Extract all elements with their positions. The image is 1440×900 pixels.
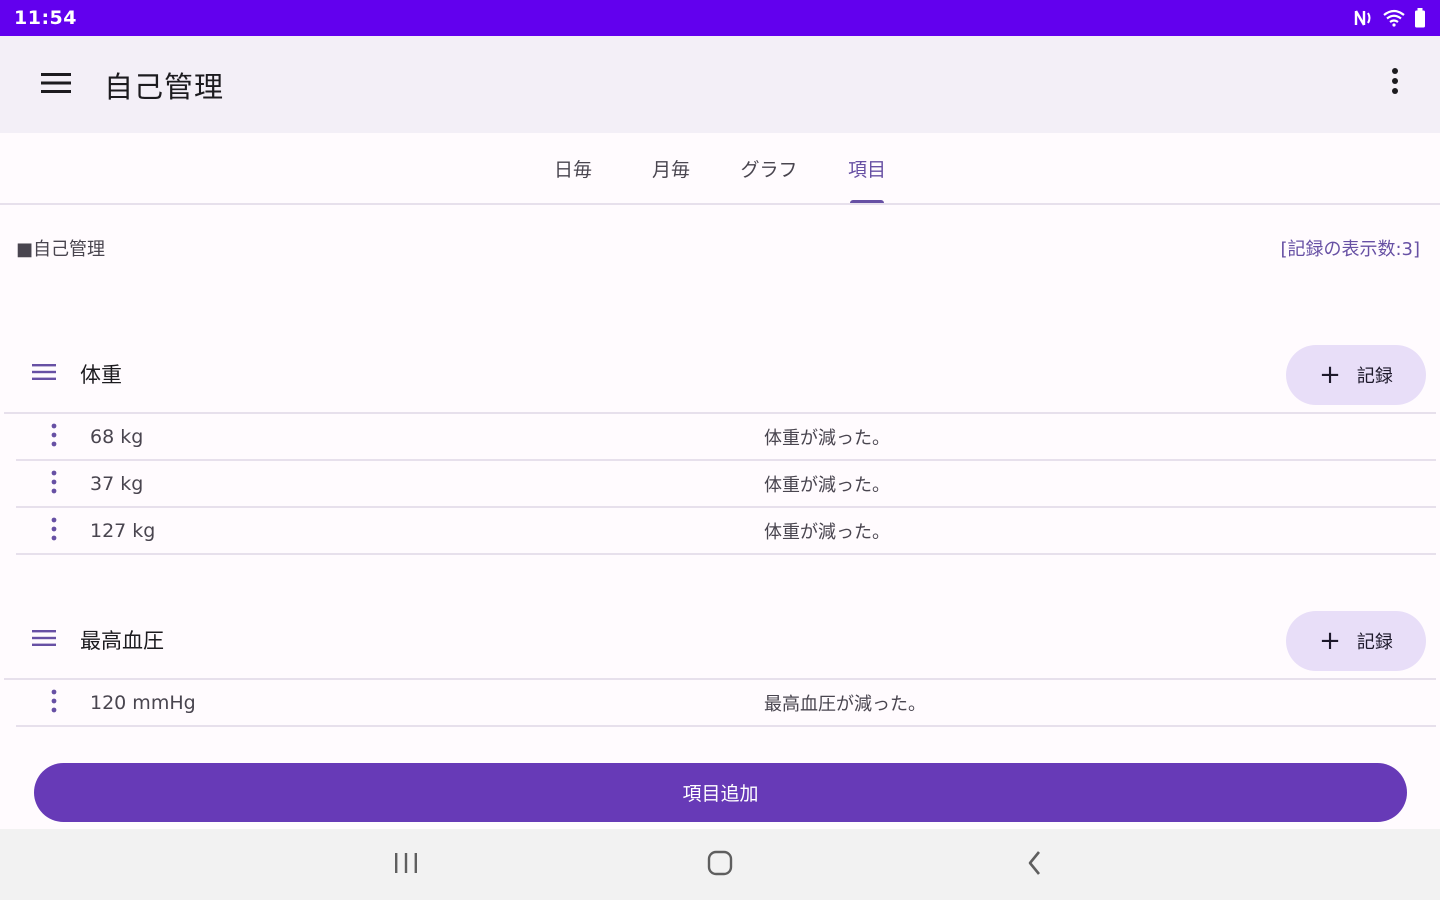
record-row: 120 mmHg 最高血圧が減った。 [16, 680, 1436, 727]
tab-daily[interactable]: 日毎 [524, 133, 622, 203]
drag-handle-icon [32, 363, 56, 385]
add-record-button[interactable]: + 記録 [1286, 611, 1426, 671]
group-header: 最高血圧 + 記録 [4, 602, 1436, 680]
record-count-link[interactable]: [記録の表示数:3] [1280, 235, 1420, 261]
more-vert-icon [51, 423, 57, 451]
app-bar: 自己管理 [0, 36, 1440, 133]
drag-handle[interactable] [18, 348, 70, 400]
home-button[interactable] [690, 843, 750, 887]
entry-menu-button[interactable] [34, 683, 74, 723]
drag-handle-icon [32, 629, 56, 651]
back-icon [1027, 850, 1043, 880]
record-note: 最高血圧が減った。 [764, 693, 926, 715]
plus-icon: + [1319, 626, 1341, 656]
system-nav-bar [0, 829, 1440, 900]
record-note: 体重が減った。 [764, 427, 890, 449]
record-note: 体重が減った。 [764, 521, 890, 543]
group-name: 体重 [80, 363, 122, 387]
entry-menu-button[interactable] [34, 464, 74, 504]
record-row: 37 kg 体重が減った。 [16, 461, 1436, 508]
recent-apps-icon [393, 852, 419, 878]
overflow-menu-button[interactable] [1370, 58, 1420, 108]
add-item-button[interactable]: 項目追加 [34, 763, 1407, 822]
status-bar: 11:54 [0, 0, 1440, 36]
app-title: 自己管理 [104, 69, 225, 104]
drag-handle[interactable] [18, 614, 70, 666]
battery-icon [1414, 8, 1426, 28]
record-row: 127 kg 体重が減った。 [16, 508, 1436, 555]
group-header: 体重 + 記録 [4, 336, 1436, 414]
status-time: 11:54 [14, 7, 77, 29]
record-value: 37 kg [90, 472, 144, 495]
tab-graph[interactable]: グラフ [720, 133, 818, 203]
add-record-button[interactable]: + 記録 [1286, 345, 1426, 405]
tab-monthly[interactable]: 月毎 [622, 133, 720, 203]
status-icons [1354, 8, 1426, 28]
hamburger-icon [41, 72, 71, 98]
record-note: 体重が減った。 [764, 474, 890, 496]
group-name: 最高血圧 [80, 629, 164, 653]
menu-button[interactable] [28, 57, 84, 113]
add-record-label: 記録 [1356, 366, 1393, 387]
back-button[interactable] [1005, 843, 1065, 887]
more-vert-icon [51, 517, 57, 545]
recent-apps-button[interactable] [376, 843, 436, 887]
nfc-icon [1354, 9, 1374, 27]
more-vert-icon [51, 470, 57, 498]
item-group: 最高血圧 + 記録 120 mmHg 最高血圧が減った。 [0, 602, 1440, 727]
more-vert-icon [51, 689, 57, 717]
wifi-icon [1382, 9, 1406, 27]
tab-bar: 日毎 月毎 グラフ 項目 [0, 133, 1440, 205]
entry-menu-button[interactable] [34, 417, 74, 457]
section-title: ■自己管理 [16, 239, 106, 260]
add-record-label: 記録 [1356, 632, 1393, 653]
item-group: 体重 + 記録 68 kg 体重が減った。 37 kg 体重が減った。 127 … [0, 336, 1440, 555]
record-row: 68 kg 体重が減った。 [16, 414, 1436, 461]
record-value: 127 kg [90, 519, 156, 542]
record-value: 68 kg [90, 425, 144, 448]
tab-items[interactable]: 項目 [818, 133, 916, 203]
record-value: 120 mmHg [90, 691, 196, 714]
home-icon [707, 850, 733, 880]
entry-menu-button[interactable] [34, 511, 74, 551]
plus-icon: + [1319, 360, 1341, 390]
more-vert-icon [1391, 67, 1399, 99]
section-header: ■自己管理 [記録の表示数:3] [0, 230, 1440, 266]
